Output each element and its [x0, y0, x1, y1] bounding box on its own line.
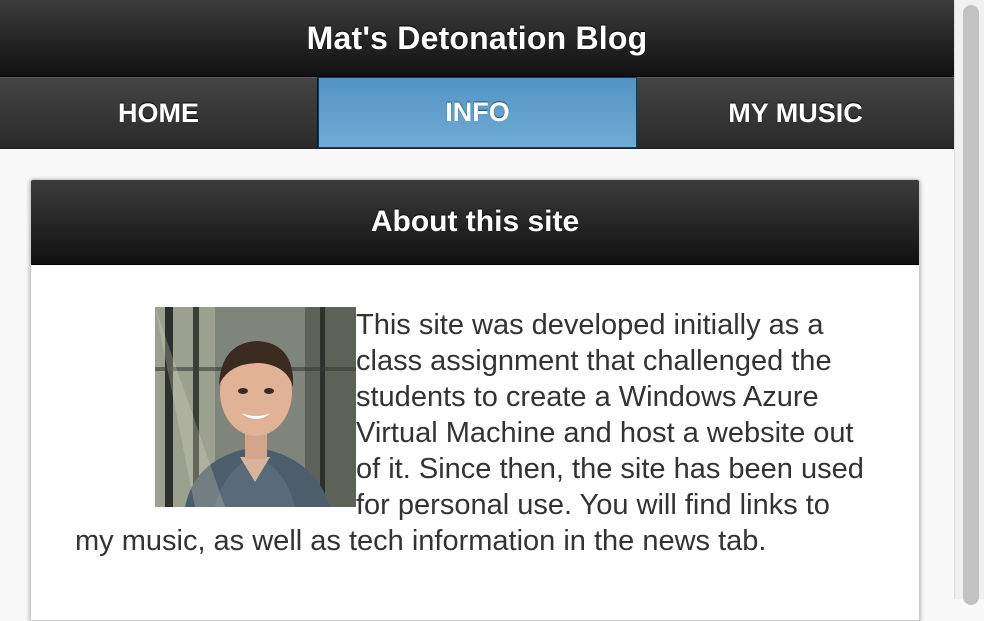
page-scrollbar[interactable]	[954, 0, 984, 605]
nav-tab-home[interactable]: HOME	[0, 77, 318, 148]
about-panel: About this site This site was developed …	[30, 179, 920, 621]
nav-tab-info[interactable]: INFO	[318, 77, 637, 148]
page: Mat's Detonation Blog HOME INFO MY MUSIC…	[0, 0, 954, 621]
profile-photo-illustration	[155, 307, 356, 507]
scrollbar-thumb[interactable]	[963, 5, 979, 605]
site-title: Mat's Detonation Blog	[306, 19, 648, 56]
about-panel-header: About this site	[31, 180, 919, 265]
profile-photo	[155, 307, 356, 507]
about-body: This site was developed initially as a c…	[31, 265, 919, 559]
nav-bar: HOME INFO MY MUSIC	[0, 77, 954, 149]
about-heading: About this site	[370, 205, 580, 238]
site-header: Mat's Detonation Blog	[0, 0, 954, 77]
nav-tab-my-music[interactable]: MY MUSIC	[637, 77, 954, 148]
